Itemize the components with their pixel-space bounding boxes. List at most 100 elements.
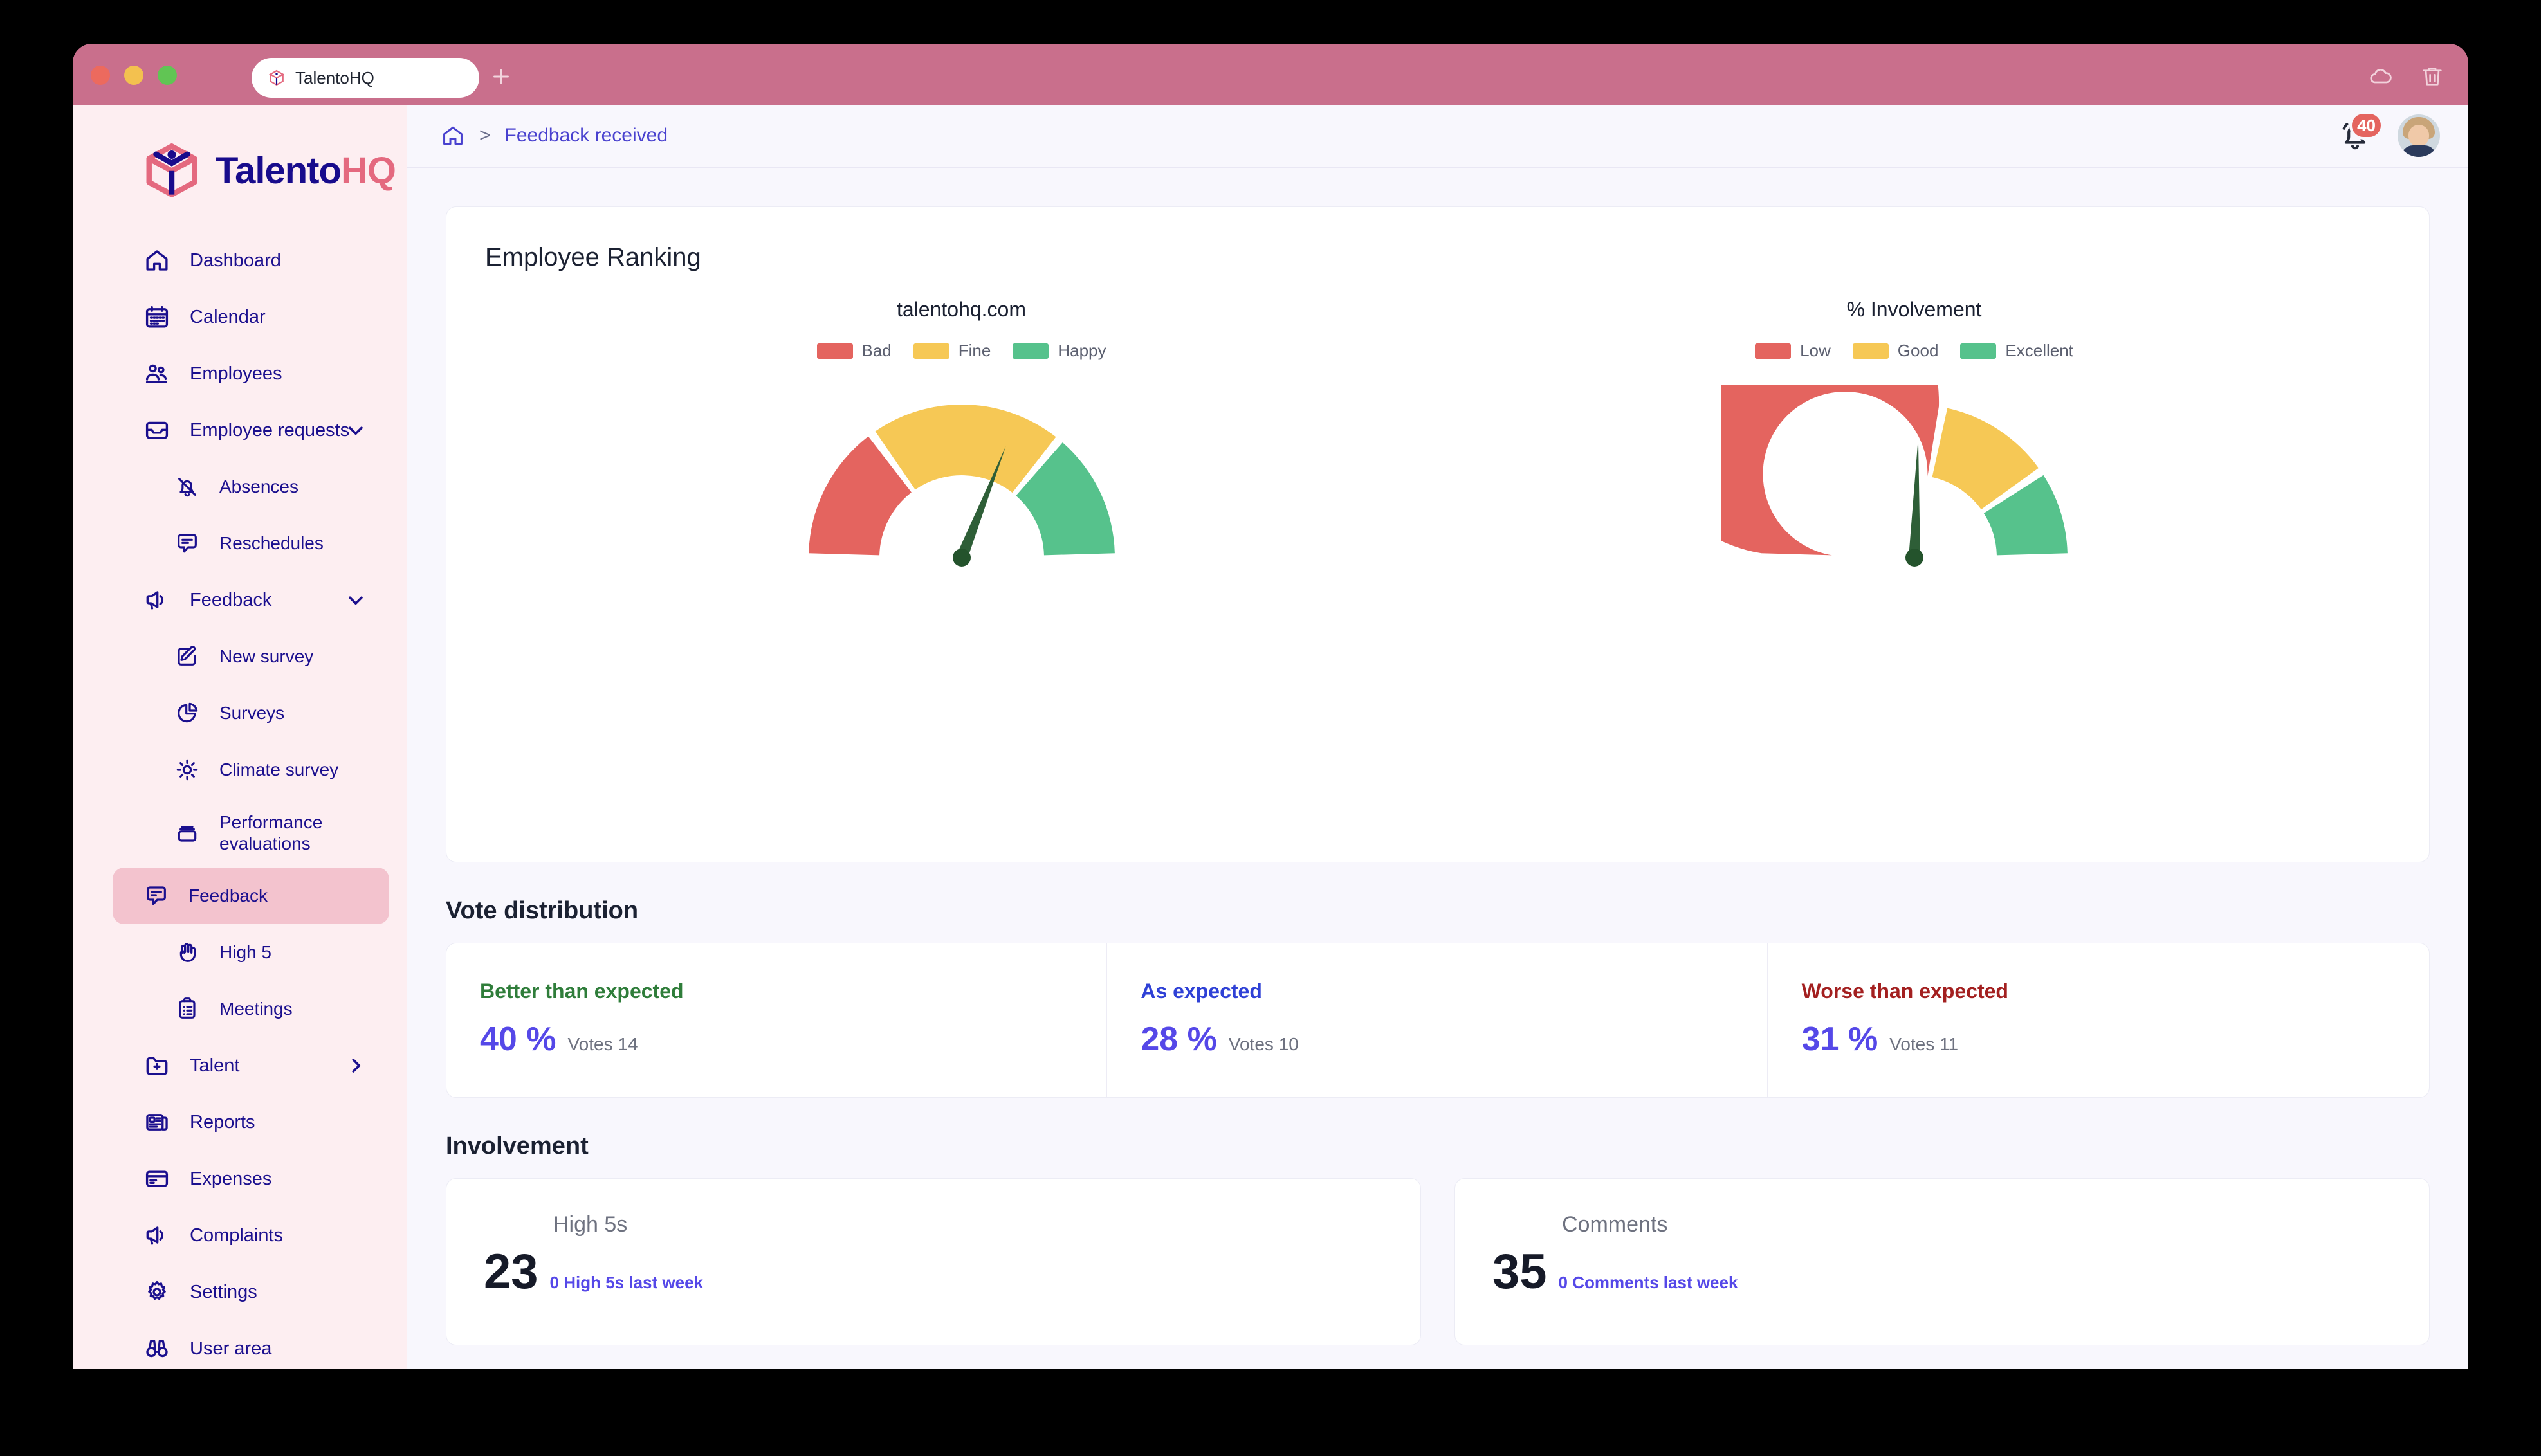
- vote-percent-number: 28: [1141, 1021, 1179, 1058]
- bell-off-icon: [174, 474, 200, 500]
- breadcrumb-current[interactable]: Feedback received: [505, 125, 668, 147]
- sidebar-item-talent[interactable]: Talent: [73, 1037, 407, 1094]
- notification-badge: 40: [2349, 111, 2383, 140]
- pie-chart-icon: [174, 700, 200, 726]
- legend-label: Low: [1800, 341, 1831, 360]
- legend-label: Bad: [861, 341, 892, 360]
- sidebar-item-surveys[interactable]: Surveys: [73, 685, 407, 742]
- avatar[interactable]: [2398, 114, 2440, 157]
- vote-distribution-cards: Better than expected 40 % Votes 14 As expec…: [446, 943, 2430, 1098]
- sidebar-item-label: New survey: [219, 646, 314, 667]
- sidebar-item-label: Dashboard: [190, 250, 281, 271]
- sidebar-item-employee-requests[interactable]: Employee requests: [73, 402, 407, 459]
- cloud-icon[interactable]: [2368, 63, 2394, 92]
- sidebar-item-label: Complaints: [190, 1224, 284, 1246]
- sidebar-item-climate-survey[interactable]: Climate survey: [73, 742, 407, 798]
- sidebar-item-calendar[interactable]: Calendar: [73, 289, 407, 345]
- avatar-body: [2401, 145, 2436, 157]
- vote-card-label: Better than expected: [480, 979, 684, 1003]
- involvement-card: High 5s 23 0 High 5s last week: [446, 1178, 1421, 1345]
- sidebar-item-high-5[interactable]: High 5: [73, 924, 407, 981]
- vote-card: Better than expected 40 % Votes 14: [446, 943, 1108, 1097]
- sidebar-item-label: Employees: [190, 363, 282, 384]
- chevron-down-icon[interactable]: [344, 419, 367, 442]
- trash-icon[interactable]: [2419, 63, 2445, 92]
- binoculars-icon: [143, 1335, 170, 1362]
- sidebar-item-label: Talent: [190, 1055, 240, 1076]
- sidebar-item-meetings[interactable]: Meetings: [73, 981, 407, 1037]
- involvement-card-subtitle: 0 High 5s last week: [549, 1273, 703, 1292]
- topbar-actions: 40: [2337, 111, 2440, 157]
- sidebar-item-reschedules[interactable]: Reschedules: [73, 515, 407, 572]
- vote-card-label: As expected: [1141, 979, 1262, 1003]
- legend-swatch: [1755, 343, 1792, 359]
- close-window-button[interactable]: [91, 66, 110, 85]
- legend-swatch: [913, 343, 949, 359]
- sidebar-item-feedback[interactable]: Feedback: [73, 572, 407, 628]
- legend-entry: Happy: [1013, 341, 1106, 361]
- topbar: > Feedback received 40: [407, 105, 2468, 168]
- gauge-needle: [1908, 438, 1920, 558]
- avatar-face: [2408, 125, 2429, 147]
- vote-card-label: Worse than expected: [1801, 979, 2008, 1003]
- browser-tab[interactable]: TalentoHQ: [252, 58, 479, 98]
- sidebar-item-label: Surveys: [219, 703, 285, 723]
- involvement-card-number: 23: [484, 1244, 538, 1299]
- sidebar-item-label: Meetings: [219, 999, 293, 1019]
- sidebar-item-employees[interactable]: Employees: [73, 345, 407, 402]
- sidebar-item-complaints[interactable]: Complaints: [73, 1207, 407, 1264]
- brand-name-primary: Talento: [216, 149, 342, 192]
- chevron-down-icon[interactable]: [344, 588, 367, 612]
- legend-swatch: [1960, 343, 1997, 359]
- sidebar-item-user-area[interactable]: User area: [73, 1320, 407, 1369]
- megaphone-icon: [143, 587, 170, 614]
- maximize-window-button[interactable]: [158, 66, 177, 85]
- sidebar-item-label: High 5: [219, 942, 271, 963]
- people-icon: [143, 360, 170, 387]
- gauge-band-low: [1721, 385, 1939, 556]
- sidebar-item-absences[interactable]: Absences: [73, 459, 407, 515]
- legend-label: Excellent: [2005, 341, 2073, 360]
- gauge-band-fine: [875, 405, 1056, 493]
- gauge-hub: [952, 549, 971, 567]
- main-area: > Feedback received 40 Employee Ranking …: [407, 105, 2468, 1369]
- folder-plus-icon: [143, 1052, 170, 1079]
- home-icon: [143, 247, 170, 274]
- sidebar-nav: Dashboard Calendar Employees Employee reque…: [73, 232, 407, 1369]
- gauge-legend: Bad Fine Happy: [816, 341, 1106, 361]
- minimize-window-button[interactable]: [124, 66, 143, 85]
- vote-card-votes: Votes 11: [1889, 1034, 1959, 1054]
- sun-icon: [174, 757, 200, 783]
- sidebar-item-feedback[interactable]: Feedback: [113, 868, 389, 924]
- vote-card-votes: Votes 14: [567, 1034, 638, 1054]
- new-tab-button[interactable]: [490, 65, 513, 88]
- gear-icon: [143, 1279, 170, 1306]
- involvement-card-title: High 5s: [553, 1212, 628, 1237]
- chevron-right-icon[interactable]: [344, 1054, 367, 1077]
- sidebar-item-label: Performance evaluations: [219, 812, 323, 853]
- sidebar-item-reports[interactable]: Reports: [73, 1094, 407, 1151]
- legend-entry: Excellent: [1960, 341, 2073, 361]
- employee-ranking-card: Employee Ranking talentohq.com Bad Fine Hap…: [446, 206, 2430, 862]
- sidebar: TalentoHQ Dashboard Calendar Employees Empl…: [73, 105, 407, 1369]
- gauge-hub: [1905, 549, 1923, 567]
- involvement-heading: Involvement: [446, 1133, 589, 1160]
- sidebar-item-label: Feedback: [190, 589, 272, 610]
- legend-swatch: [816, 343, 853, 359]
- sidebar-item-new-survey[interactable]: New survey: [73, 628, 407, 685]
- sidebar-item-expenses[interactable]: Expenses: [73, 1151, 407, 1207]
- brand-logo[interactable]: TalentoHQ: [73, 105, 407, 200]
- breadcrumb: > Feedback received: [441, 123, 668, 148]
- archive-icon: [174, 820, 200, 846]
- sidebar-item-label: Employee requests: [190, 419, 350, 441]
- vote-percent-number: 40: [480, 1021, 517, 1058]
- sidebar-item-settings[interactable]: Settings: [73, 1264, 407, 1320]
- vote-percent-symbol: %: [526, 1021, 556, 1058]
- vote-card-percent: 31 %: [1802, 1020, 1878, 1059]
- home-icon[interactable]: [441, 123, 465, 148]
- sidebar-item-dashboard[interactable]: Dashboard: [73, 232, 407, 289]
- sidebar-item-performance-evaluations[interactable]: Performance evaluations: [73, 798, 407, 868]
- gauge-block-1: talentohq.com Bad Fine Happy: [485, 298, 1438, 578]
- browser-window: TalentoHQ TalentoHQ Dashboard Calendar E…: [73, 44, 2468, 1369]
- bell-icon[interactable]: 40: [2337, 111, 2383, 154]
